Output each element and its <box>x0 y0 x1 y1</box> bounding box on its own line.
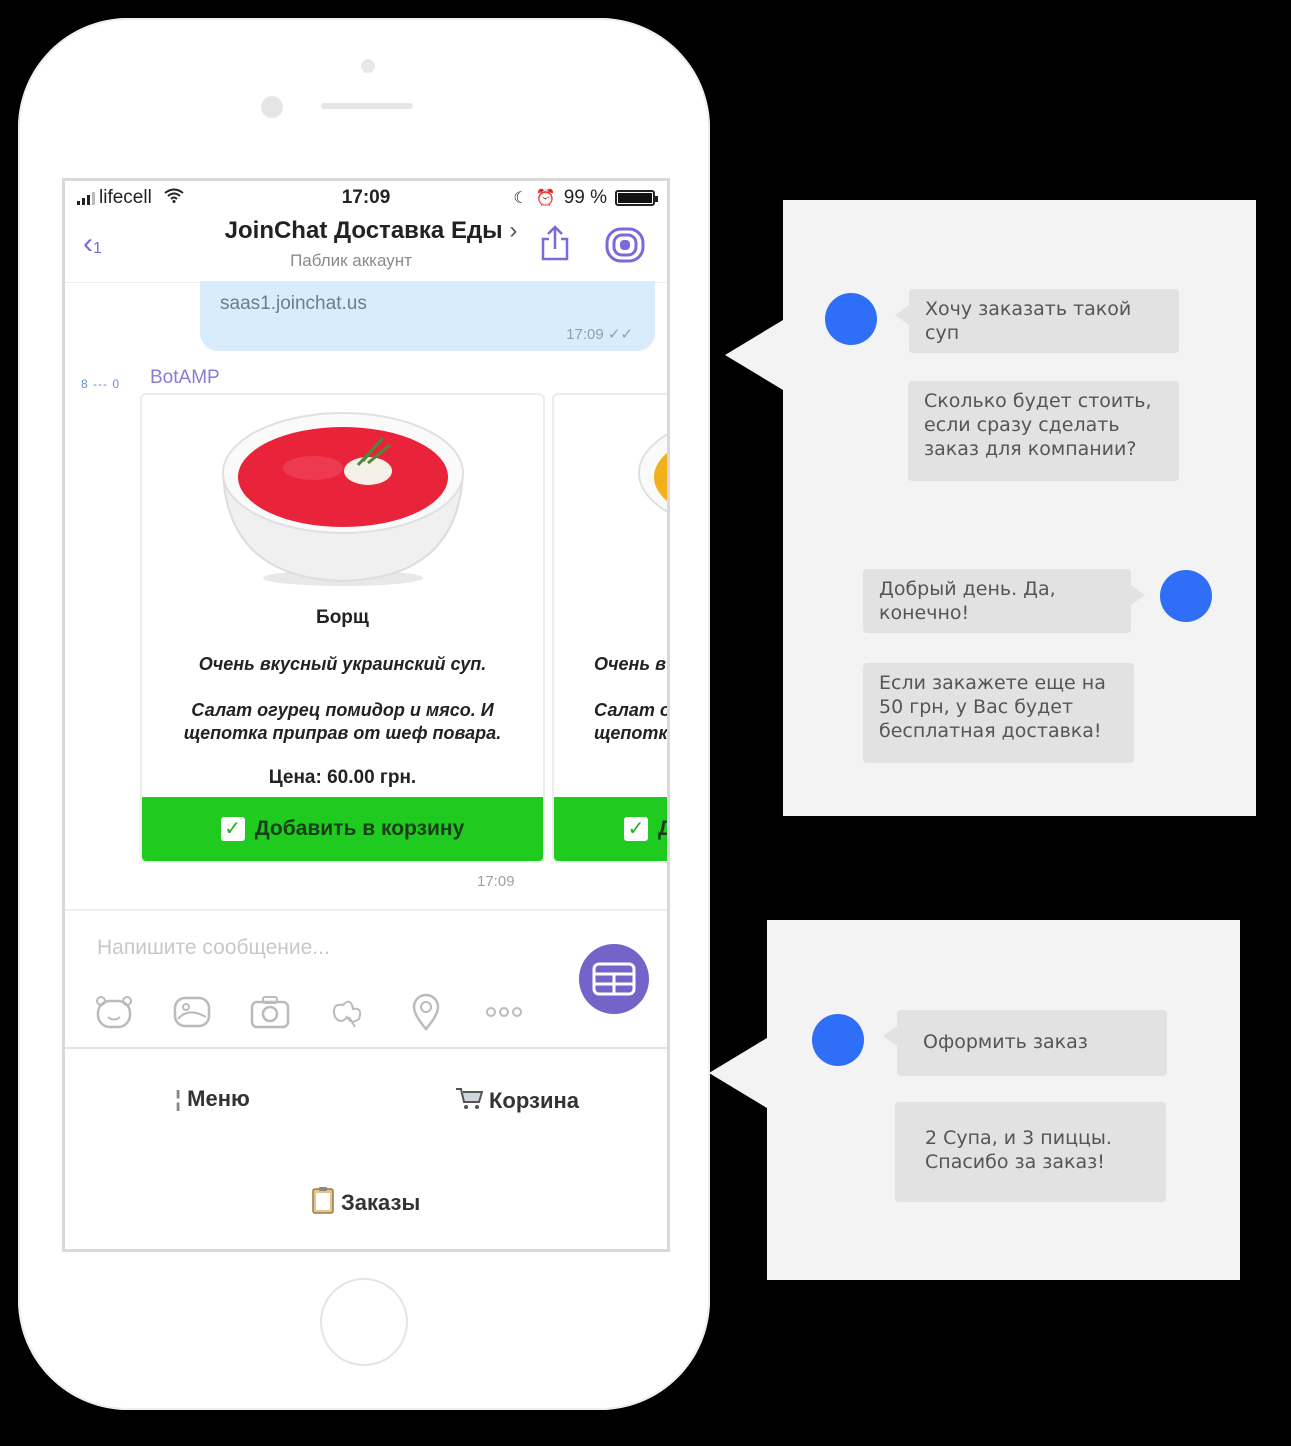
more-options-icon[interactable] <box>483 991 525 1033</box>
location-pin-icon[interactable] <box>405 991 447 1033</box>
earpiece-speaker <box>321 103 413 109</box>
conversation-callout: Хочу заказать такой суп Сколько будет ст… <box>725 200 1256 816</box>
bot-avatar-dot <box>1160 570 1212 622</box>
product-description-line-2: Салат о щепотка <box>594 700 670 743</box>
message-link[interactable]: saas1.joinchat.us <box>220 293 367 315</box>
bot-avatar: 8 --- 0 <box>81 377 121 391</box>
home-button[interactable] <box>320 1278 408 1366</box>
doodle-icon[interactable] <box>327 991 369 1033</box>
gallery-icon[interactable] <box>171 991 213 1033</box>
fork-knife-icon: ¦ <box>175 1086 182 1111</box>
product-card: Очень в Салат о щепотка ✓ Д <box>552 393 670 863</box>
bot-name: BotAMP <box>150 367 220 388</box>
carousel-time: 17:09 <box>477 873 515 890</box>
keyboard-button-menu[interactable]: ¦ Меню <box>175 1086 250 1112</box>
chevron-right-icon: › <box>509 217 518 244</box>
chat-title-text: JoinChat Доставка Еды <box>224 217 503 244</box>
checkmark-icon: ✓ <box>624 817 648 841</box>
keyboard-button-menu-label: Меню <box>187 1086 250 1111</box>
user-message: Хочу заказать такой суп <box>895 289 1179 353</box>
keyboard-button-cart-label: Корзина <box>489 1088 579 1113</box>
status-bar: lifecell 17:09 ☾ ⏰ 99 % <box>65 181 667 213</box>
product-name: Борщ <box>316 607 369 628</box>
product-card: Борщ Очень вкусный украинский суп. Салат… <box>140 393 545 863</box>
checkmark-icon: ✓ <box>220 817 245 841</box>
share-icon[interactable] <box>539 225 571 261</box>
product-description-line-1: Очень в <box>594 654 666 674</box>
battery-fill <box>618 193 652 203</box>
borscht-bowl-image <box>221 412 465 586</box>
status-right: ☾ ⏰ 99 % <box>513 187 658 209</box>
product-description-line-1: Очень вкусный украинский суп. <box>198 654 487 674</box>
moon-icon: ☾ <box>513 190 528 207</box>
callout-pointer <box>709 1038 767 1108</box>
bot-reply: Добрый день. Да, конечно! <box>863 569 1145 633</box>
alarm-icon: ⏰ <box>535 190 556 207</box>
read-check-icon: ✓✓ <box>607 326 633 343</box>
bot-reply: Если закажете еще на 50 грн, у Вас будет… <box>863 663 1134 763</box>
phone-screen: lifecell 17:09 ☾ ⏰ 99 % ‹1 JoinChat Дост… <box>62 178 670 1252</box>
user-avatar-dot <box>812 1014 864 1066</box>
product-price: Цена: 60.00 грн. <box>268 767 417 788</box>
clipboard-icon <box>311 1186 335 1220</box>
composer-divider <box>65 909 667 911</box>
composer-toolbar <box>93 991 525 1033</box>
add-to-cart-button[interactable]: ✓ Добавить в корзину <box>142 797 543 861</box>
shopping-cart-icon <box>455 1086 484 1116</box>
product-description: Очень вкусный украинский суп. Салат огур… <box>152 653 533 768</box>
chat-header: ‹1 JoinChat Доставка Еды › Паблик аккаун… <box>65 213 667 283</box>
sticker-icon[interactable] <box>93 991 135 1033</box>
soup-bowl-image <box>638 433 667 513</box>
front-camera <box>261 96 283 118</box>
message-input[interactable]: Напишите сообщение... <box>97 936 330 960</box>
product-description: Очень в Салат о щепотка <box>594 653 670 768</box>
sensor-dot <box>361 59 375 73</box>
product-description-line-2: Салат огурец помидор и мясо. И щепотка п… <box>183 700 502 743</box>
battery-percent: 99 % <box>563 187 607 208</box>
callout-pointer <box>725 320 783 390</box>
conversation-callout: Оформить заказ 2 Супа, и 3 пиццы. Спасиб… <box>709 920 1240 1280</box>
keyboard-button-orders-label: Заказы <box>341 1190 421 1215</box>
message-time: 17:09 ✓✓ <box>566 326 633 343</box>
keyboard-button-orders[interactable]: Заказы <box>311 1186 420 1220</box>
camera-icon[interactable] <box>249 991 291 1033</box>
user-message: 2 Супа, и 3 пиццы. Спасибо за заказ! <box>895 1102 1166 1202</box>
add-to-cart-label: Добавить в корзину <box>254 817 465 840</box>
keyboard-grid-icon <box>592 962 636 996</box>
user-message: Оформить заказ <box>883 1010 1167 1076</box>
user-avatar-dot <box>825 293 877 345</box>
user-message: Сколько будет стоить, если сразу сделать… <box>908 381 1179 481</box>
chat-subtitle: Паблик аккаунт <box>290 251 412 270</box>
viber-logo-icon[interactable] <box>605 225 645 265</box>
add-to-cart-button[interactable]: ✓ Д <box>554 797 667 861</box>
outgoing-message: saas1.joinchat.us 17:09 ✓✓ <box>200 281 655 351</box>
bot-keyboard-divider <box>65 1047 667 1049</box>
battery-icon <box>615 190 658 206</box>
add-to-cart-label: Д <box>658 817 667 841</box>
chat-title[interactable]: JoinChat Доставка Еды › <box>65 217 667 245</box>
bot-keyboard-button[interactable] <box>579 944 649 1014</box>
keyboard-button-cart[interactable]: Корзина <box>455 1086 579 1116</box>
